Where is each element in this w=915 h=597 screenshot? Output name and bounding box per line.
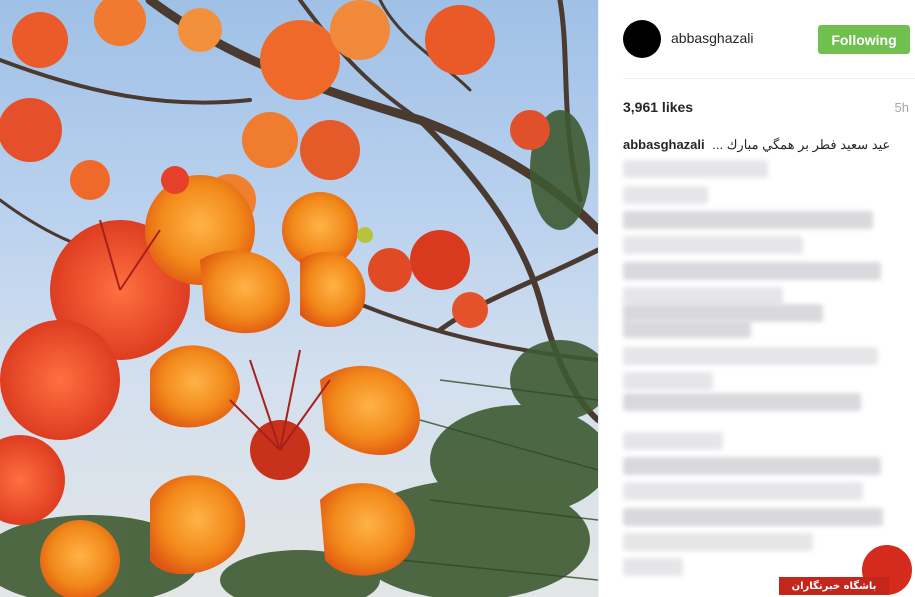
post-timestamp[interactable]: 5h	[895, 100, 909, 115]
blurred-comment	[623, 287, 783, 305]
blurred-comment	[623, 186, 708, 204]
header-divider	[623, 78, 915, 79]
blurred-comment	[623, 457, 881, 475]
blurred-comment	[623, 533, 813, 551]
blurred-comment	[623, 432, 723, 450]
caption-text: ... عيد سعيد فطر بر همگي مبارك	[712, 137, 891, 152]
flower-image	[0, 0, 598, 597]
username-link[interactable]: abbasghazali	[671, 30, 754, 46]
blurred-comment	[623, 482, 863, 500]
following-button[interactable]: Following	[818, 25, 910, 54]
caption-username[interactable]: abbasghazali	[623, 137, 705, 152]
post-photo[interactable]	[0, 0, 598, 597]
blurred-comment	[623, 262, 881, 280]
blurred-comment	[623, 320, 751, 338]
avatar[interactable]	[623, 20, 661, 58]
watermark-label: باشگاه خبرنگاران	[779, 577, 889, 595]
blurred-comment	[623, 211, 873, 229]
blurred-comment	[623, 347, 878, 365]
blurred-comment	[623, 236, 803, 254]
blurred-comment	[623, 508, 883, 526]
likes-count[interactable]: 3,961 likes	[623, 99, 693, 115]
blurred-comment	[623, 393, 861, 411]
blurred-comment	[623, 558, 683, 576]
blurred-comment	[623, 160, 768, 178]
caption: abbasghazali ... عيد سعيد فطر بر همگي مب…	[623, 137, 890, 153]
post-details-panel: abbasghazali Following 3,961 likes 5h ab…	[598, 0, 915, 597]
blurred-comment	[623, 372, 713, 390]
